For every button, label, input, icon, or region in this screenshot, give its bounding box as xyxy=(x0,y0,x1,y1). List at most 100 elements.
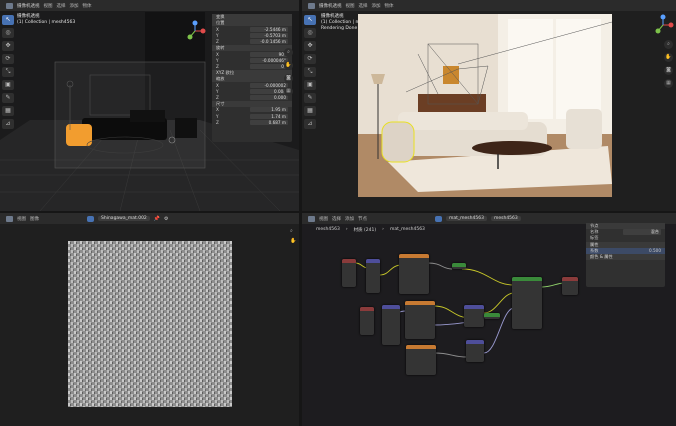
scale-tool[interactable]: ⤡ xyxy=(2,67,14,77)
transform-field-label: Z xyxy=(216,64,219,70)
grid-icon-right[interactable]: ▦ xyxy=(664,79,673,88)
pan-hand-icon-node[interactable]: ✋ xyxy=(290,238,296,244)
viewport-info: 摄像机透视 (1) Collection | mesh4563 xyxy=(17,14,75,26)
node-principled-bsdf[interactable] xyxy=(512,277,542,329)
view-settings-icon[interactable]: ⚙ xyxy=(164,216,168,222)
scale-tool-right[interactable]: ⤡ xyxy=(304,67,316,77)
node-image-texture-2[interactable] xyxy=(405,301,435,339)
transform-field-label: Z xyxy=(216,39,219,45)
node-texture-coordinate-2[interactable] xyxy=(360,307,374,335)
transform-field-value[interactable]: 1.95 m xyxy=(250,107,288,113)
add-cube-tool[interactable]: ⊿ xyxy=(2,119,14,129)
node-factor-field[interactable]: 0.500 xyxy=(649,248,661,253)
node-image-texture-1[interactable] xyxy=(399,254,429,294)
transform-rows: 位置 X -2.5446 m Y -0.5703 m Z -0.0 1456 m 旋转 X 90°… xyxy=(212,20,292,125)
node-normal-map[interactable] xyxy=(466,340,484,362)
zoom-icon[interactable]: ⌕ xyxy=(284,48,293,57)
annotate-tool[interactable]: ✎ xyxy=(2,93,14,103)
camera-icon[interactable]: ◙ xyxy=(284,74,293,83)
transform-field-label: Y xyxy=(216,33,219,39)
annotate-tool-right[interactable]: ✎ xyxy=(304,93,316,103)
pin-icon[interactable]: 📌 xyxy=(154,216,160,222)
transform-field-value[interactable]: -0.000046° xyxy=(250,57,288,63)
menu-view[interactable]: 视图 xyxy=(44,3,53,9)
pan-hand-icon-right[interactable]: ✋ xyxy=(664,53,673,62)
node-editor[interactable]: 视图 选择 添加 节点 mat_mesh4563 mesh4563 mesh45… xyxy=(302,213,676,426)
editor-type-icon[interactable] xyxy=(6,2,13,9)
cursor-tool-right[interactable]: ◎ xyxy=(304,28,316,38)
transform-field-value[interactable]: -0.000002 xyxy=(250,82,288,88)
node-image-texture-3[interactable] xyxy=(406,345,436,375)
menu-image[interactable]: 图像 xyxy=(30,216,39,222)
transform-field-row: Z 0.687 m xyxy=(212,119,292,125)
node-texture-coordinate[interactable] xyxy=(342,259,356,287)
mode-dropdown[interactable]: 摄像机透视 xyxy=(17,3,40,9)
viewport-top-left[interactable]: 摄像机透视 视图 选择 添加 物体 摄像机透视 (1) Collection |… xyxy=(0,0,299,211)
image-name-field[interactable]: Shinagawa_mat.002 xyxy=(98,216,150,221)
transform-field-label: XYZ 欧拉 xyxy=(216,69,235,75)
transform-field-value[interactable]: 0.687 m xyxy=(250,119,288,125)
zoom-icon-right[interactable]: ⌕ xyxy=(664,40,673,49)
node-color-section[interactable]: 颜色 & 属性 xyxy=(586,253,665,261)
transform-field-value[interactable]: 1.74 m xyxy=(250,113,288,119)
transform-field-value[interactable]: 0.004 xyxy=(250,88,288,94)
transform-field-label: Y xyxy=(216,57,219,63)
measure-tool[interactable]: ▦ xyxy=(2,106,14,116)
fabric-texture-image xyxy=(68,241,232,407)
viewport-top-right[interactable]: 摄像机透视 视图 选择 添加 物体 摄像机透视 (1) Collection |… xyxy=(302,0,676,211)
transform-field-value[interactable]: -0.0 1456 m xyxy=(250,39,288,45)
navigation-gizmo-icon[interactable] xyxy=(184,20,206,42)
transform-field-value[interactable]: 0.000 xyxy=(250,95,288,101)
node-mix[interactable] xyxy=(484,313,500,319)
zoom-icon-node[interactable]: ⌕ xyxy=(290,228,296,234)
transform-tool-right[interactable]: ▣ xyxy=(304,80,316,90)
add-cube-tool-right[interactable]: ⊿ xyxy=(304,119,316,129)
transform-field-label: 旋转 xyxy=(216,45,225,51)
camera-icon-right[interactable]: ◙ xyxy=(664,66,673,75)
rotate-tool-right[interactable]: ⟳ xyxy=(304,54,316,64)
transform-field-value[interactable]: 90° xyxy=(250,51,288,57)
transform-field-label: X xyxy=(216,82,219,88)
menu-select-right[interactable]: 选择 xyxy=(359,3,368,9)
menu-select[interactable]: 选择 xyxy=(57,3,66,9)
select-tool[interactable]: ↖ xyxy=(2,15,14,25)
mode-dropdown-right[interactable]: 摄像机透视 xyxy=(319,3,342,9)
viewport-header: 摄像机透视 视图 选择 添加 物体 xyxy=(0,0,299,11)
node-mapping-2[interactable] xyxy=(382,305,400,345)
move-tool-right[interactable]: ✥ xyxy=(304,41,316,51)
measure-tool-right[interactable]: ▦ xyxy=(304,106,316,116)
navigation-gizmo-icon-right[interactable] xyxy=(652,14,674,36)
node-material-output[interactable] xyxy=(562,277,578,295)
pan-hand-icon[interactable]: ✋ xyxy=(284,61,293,70)
node-reroute[interactable] xyxy=(452,263,466,269)
transform-field-value[interactable]: -0.5703 m xyxy=(250,33,288,39)
menu-add-right[interactable]: 添加 xyxy=(372,3,381,9)
editor-type-icon-right[interactable] xyxy=(308,2,315,9)
transform-tool[interactable]: ▣ xyxy=(2,80,14,90)
menu-add[interactable]: 添加 xyxy=(70,3,79,9)
menu-view-image[interactable]: 视图 xyxy=(17,216,26,222)
transform-field-value[interactable]: -2.5446 m xyxy=(250,26,288,32)
rendered-room-image xyxy=(358,14,612,197)
image-editor-type-icon[interactable] xyxy=(6,215,13,222)
node-mapping[interactable] xyxy=(366,259,380,293)
image-browse-icon[interactable] xyxy=(87,215,94,222)
cursor-tool[interactable]: ◎ xyxy=(2,28,14,38)
menu-view-right[interactable]: 视图 xyxy=(346,3,355,9)
menu-object[interactable]: 物体 xyxy=(83,3,92,9)
move-tool[interactable]: ✥ xyxy=(2,41,14,51)
transform-field-label: X xyxy=(216,26,219,32)
image-editor[interactable]: 视图 图像 Shinagawa_mat.002 📌 ⚙ xyxy=(0,213,299,426)
rotate-tool[interactable]: ⟳ xyxy=(2,54,14,64)
transform-field-label: 缩放 xyxy=(216,75,225,81)
transform-field-label: 位置 xyxy=(216,20,225,26)
transform-field-value[interactable]: 0° xyxy=(250,64,288,70)
viewport-info-object: (1) Collection | mesh4563 xyxy=(17,20,76,25)
grid-icon[interactable]: ▦ xyxy=(284,87,293,96)
menu-object-right[interactable]: 物体 xyxy=(385,3,394,9)
viewport-header-right: 摄像机透视 视图 选择 添加 物体 xyxy=(302,0,676,11)
select-tool-right[interactable]: ↖ xyxy=(304,15,316,25)
node-bump[interactable] xyxy=(464,305,484,327)
transform-field-label: Z xyxy=(216,119,219,125)
node-name-field[interactable]: 混合 xyxy=(623,229,661,236)
